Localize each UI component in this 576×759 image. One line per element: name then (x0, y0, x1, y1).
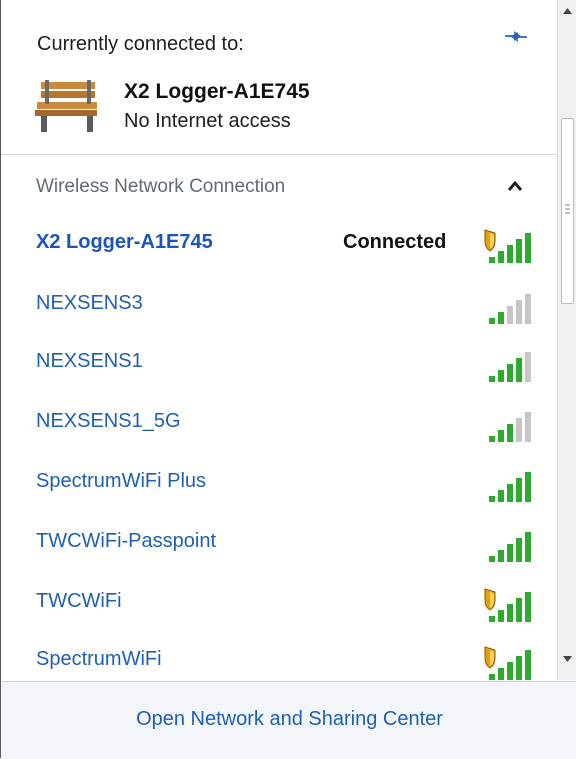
connected-network-name: X2 Logger-A1E745 (124, 80, 310, 103)
scroll-down-icon[interactable] (558, 648, 576, 670)
network-name: NEXSENS1 (36, 350, 143, 372)
wifi-signal-icon (489, 412, 531, 442)
signal-bar (525, 592, 531, 622)
open-network-sharing-center-link[interactable]: Open Network and Sharing Center (2, 708, 576, 731)
signal-bar (507, 245, 513, 263)
network-row[interactable]: NEXSENS1 (2, 338, 556, 390)
signal-bar (507, 424, 513, 442)
signal-bar (516, 239, 522, 263)
wifi-signal-icon (489, 472, 531, 502)
signal-bar (525, 233, 531, 263)
header-title: Currently connected to: (37, 33, 244, 55)
bench-icon (35, 80, 97, 132)
section-label: Wireless Network Connection (36, 176, 286, 197)
refresh-icon[interactable] (502, 26, 530, 46)
scroll-up-icon[interactable] (558, 0, 576, 22)
signal-bar (525, 352, 531, 382)
signal-bar (489, 674, 495, 680)
scroll-thumb[interactable] (561, 118, 574, 304)
network-flyout: Currently connected to: X2 Logger-A1E745… (0, 0, 576, 759)
signal-bar (498, 490, 504, 502)
signal-bar (516, 598, 522, 622)
signal-bar (489, 376, 495, 382)
network-name: TWCWiFi-Passpoint (36, 530, 217, 552)
signal-bar (507, 306, 513, 324)
security-shield-icon (484, 588, 496, 611)
signal-bar (498, 370, 504, 382)
signal-bar (498, 430, 504, 442)
connected-network-status: No Internet access (124, 110, 291, 132)
signal-bar (507, 484, 513, 502)
wifi-signal-icon (484, 229, 531, 263)
connection-status: Connected (343, 231, 447, 253)
signal-bar (489, 318, 495, 324)
signal-bar (516, 300, 522, 324)
footer: Open Network and Sharing Center (2, 681, 576, 759)
signal-bar (507, 364, 513, 382)
network-name: X2 Logger-A1E745 (36, 231, 213, 253)
signal-bar (489, 556, 495, 562)
wifi-signal-icon (484, 646, 531, 680)
signal-bar (498, 251, 504, 263)
network-name: SpectrumWiFi Plus (36, 470, 207, 492)
signal-bar (516, 538, 522, 562)
signal-bar (498, 668, 504, 680)
wifi-signal-icon (489, 294, 531, 324)
signal-bar (516, 656, 522, 680)
security-shield-icon (484, 229, 496, 252)
security-shield-icon (484, 646, 496, 669)
wifi-signal-icon (489, 532, 531, 562)
signal-bar (525, 412, 531, 442)
signal-bar (516, 418, 522, 442)
network-row[interactable]: NEXSENS3 (2, 280, 556, 332)
signal-bar (498, 610, 504, 622)
signal-bar (516, 358, 522, 382)
signal-bar (489, 436, 495, 442)
signal-bar (489, 616, 495, 622)
signal-bar (489, 496, 495, 502)
scrollbar[interactable] (557, 0, 576, 680)
wifi-signal-icon (484, 588, 531, 622)
network-row[interactable]: SpectrumWiFi Plus (2, 458, 556, 510)
network-row[interactable]: TWCWiFi (2, 578, 556, 630)
wifi-signal-icon (489, 352, 531, 382)
network-row[interactable]: TWCWiFi-Passpoint (2, 518, 556, 570)
signal-bar (525, 294, 531, 324)
network-row[interactable]: X2 Logger-A1E745 Connected (2, 219, 556, 271)
network-name: SpectrumWiFi (36, 648, 162, 670)
network-name: TWCWiFi (36, 590, 122, 612)
signal-bar (525, 532, 531, 562)
network-name: NEXSENS1_5G (36, 410, 181, 432)
signal-bar (498, 312, 504, 324)
network-name: NEXSENS3 (36, 292, 143, 314)
signal-bar (507, 662, 513, 680)
signal-bar (498, 550, 504, 562)
signal-bar (525, 472, 531, 502)
signal-bar (516, 478, 522, 502)
network-row[interactable]: NEXSENS1_5G (2, 398, 556, 450)
signal-bar (489, 257, 495, 263)
signal-bar (507, 544, 513, 562)
connection-header: Currently connected to: X2 Logger-A1E745… (1, 0, 557, 155)
signal-bar (507, 604, 513, 622)
chevron-up-icon[interactable] (506, 178, 524, 194)
signal-bar (525, 650, 531, 680)
